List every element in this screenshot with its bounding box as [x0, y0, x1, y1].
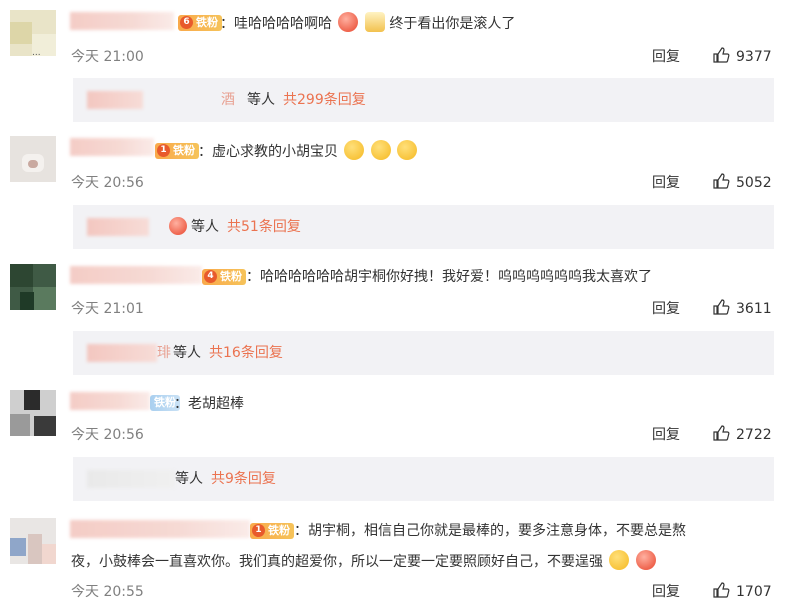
- reply-who: 等人: [173, 345, 201, 361]
- reply-name-suffix: 琲: [157, 345, 171, 361]
- comment-text-line1: ：胡宇桐，相信自己你就是最棒的，要多注意身体，不要总是熬: [294, 520, 686, 542]
- badge-label: 铁粉: [154, 396, 176, 409]
- reply-who: 等人: [247, 92, 275, 108]
- kiss-emoji-icon: [344, 140, 365, 160]
- comment-text-line2: 夜，小鼓棒会一直喜欢你。我们真的超爱你，所以一定要一定要照顾好自己，不要逞强: [71, 550, 656, 573]
- avatar-emoji-icon: [169, 217, 187, 235]
- comment-text-tail: 终于看出你是滚人了: [389, 16, 516, 32]
- reply-name-suffix: 酒: [221, 92, 235, 108]
- reply-thread[interactable]: 等人 共9条回复: [73, 457, 774, 501]
- comment-time: 今天 21:00: [71, 49, 144, 65]
- cow-emoji-icon: [338, 12, 359, 32]
- avatar[interactable]: ...: [10, 10, 56, 56]
- reply-username[interactable]: [87, 470, 175, 488]
- comment-text-main: ：老胡超棒: [174, 396, 244, 412]
- reply-who: 等人: [191, 219, 219, 235]
- like-button[interactable]: 5052: [712, 172, 772, 191]
- comment-text: ：哈哈哈哈哈哈胡宇桐你好拽！我好爱！呜呜呜呜呜呜我太喜欢了: [246, 266, 652, 288]
- kiss-emoji-icon: [370, 140, 391, 160]
- thumbs-up-icon: [713, 425, 730, 441]
- username[interactable]: [70, 266, 202, 284]
- fan-badge[interactable]: 4 铁粉: [202, 269, 246, 285]
- reply-who: 等人: [175, 471, 203, 487]
- fan-badge[interactable]: 1 铁粉: [250, 523, 294, 539]
- username[interactable]: [70, 520, 250, 538]
- comment-time: 今天 20:56: [71, 175, 144, 191]
- like-count: 3611: [736, 301, 772, 317]
- like-button[interactable]: 2722: [712, 424, 772, 443]
- thumbs-up-icon: [713, 173, 730, 189]
- like-count: 5052: [736, 175, 772, 191]
- comment-text-main: ：虚心求教的小胡宝贝: [198, 144, 338, 160]
- avatar[interactable]: [10, 390, 56, 436]
- reply-thread[interactable]: 等人 共51条回复: [73, 205, 774, 249]
- badge-level: 1: [252, 524, 265, 537]
- reply-username[interactable]: [87, 218, 149, 236]
- thumbs-up-icon: [713, 582, 730, 598]
- badge-label: 铁粉: [173, 144, 195, 157]
- comment-text-main: ：胡宇桐，相信自己你就是最棒的，要多注意身体，不要总是熬: [294, 523, 686, 539]
- like-count: 1707: [736, 584, 772, 600]
- comment-text: ：老胡超棒: [174, 393, 244, 415]
- reply-count-link[interactable]: 共299条回复: [283, 78, 366, 122]
- username[interactable]: [70, 138, 154, 156]
- fan-badge[interactable]: 1 铁粉: [155, 143, 199, 159]
- badge-label: 铁粉: [268, 524, 290, 537]
- comment-time: 今天 20:56: [71, 427, 144, 443]
- badge-level: 4: [204, 270, 217, 283]
- reply-count-link[interactable]: 共51条回复: [227, 205, 301, 249]
- like-count: 9377: [736, 49, 772, 65]
- comment-text-main: ：哇哈哈哈哈啊哈: [220, 16, 332, 32]
- reply-button[interactable]: 回复: [652, 298, 680, 318]
- like-button[interactable]: 3611: [712, 298, 772, 317]
- badge-label: 铁粉: [196, 16, 218, 29]
- comment-text: ：虚心求教的小胡宝贝: [198, 140, 418, 163]
- comment-time: 今天 20:55: [71, 584, 144, 600]
- avatar-corner-text: ...: [32, 48, 41, 56]
- avatar[interactable]: [10, 518, 56, 564]
- reply-count-link[interactable]: 共16条回复: [209, 331, 283, 375]
- reply-button[interactable]: 回复: [652, 172, 680, 192]
- tongue-emoji-icon: [635, 550, 656, 570]
- username[interactable]: [70, 12, 174, 30]
- reply-thread[interactable]: 琲 等人 共16条回复: [73, 331, 774, 375]
- wink-emoji-icon: [609, 550, 630, 570]
- reply-thread[interactable]: 酒 等人 共299条回复: [73, 78, 774, 122]
- badge-level: 6: [180, 16, 193, 29]
- like-count: 2722: [736, 427, 772, 443]
- reply-username[interactable]: [87, 91, 143, 109]
- avatar[interactable]: [10, 136, 56, 182]
- badge-level: 1: [157, 144, 170, 157]
- reply-button[interactable]: 回复: [652, 46, 680, 66]
- thumbs-up-icon: [713, 299, 730, 315]
- reply-username[interactable]: [87, 344, 157, 362]
- fan-badge[interactable]: 6 铁粉: [178, 15, 222, 31]
- comment-text: ：哇哈哈哈哈啊哈 终于看出你是滚人了: [220, 12, 515, 35]
- comment-text-line2-text: 夜，小鼓棒会一直喜欢你。我们真的超爱你，所以一定要一定要照顾好自己，不要逞强: [71, 554, 603, 570]
- kiss-emoji-icon: [397, 140, 418, 160]
- username[interactable]: [70, 392, 150, 410]
- avatar[interactable]: [10, 264, 56, 310]
- reply-button[interactable]: 回复: [652, 424, 680, 444]
- comment-time: 今天 21:01: [71, 301, 144, 317]
- reply-count-link[interactable]: 共9条回复: [211, 457, 276, 501]
- beer-emoji-icon: [364, 12, 385, 32]
- thumbs-up-icon: [713, 47, 730, 63]
- badge-label: 铁粉: [220, 270, 242, 283]
- like-button[interactable]: 1707: [712, 581, 772, 600]
- like-button[interactable]: 9377: [712, 46, 772, 65]
- reply-button[interactable]: 回复: [652, 581, 680, 601]
- comment-text-main: ：哈哈哈哈哈哈胡宇桐你好拽！我好爱！呜呜呜呜呜呜我太喜欢了: [246, 269, 652, 285]
